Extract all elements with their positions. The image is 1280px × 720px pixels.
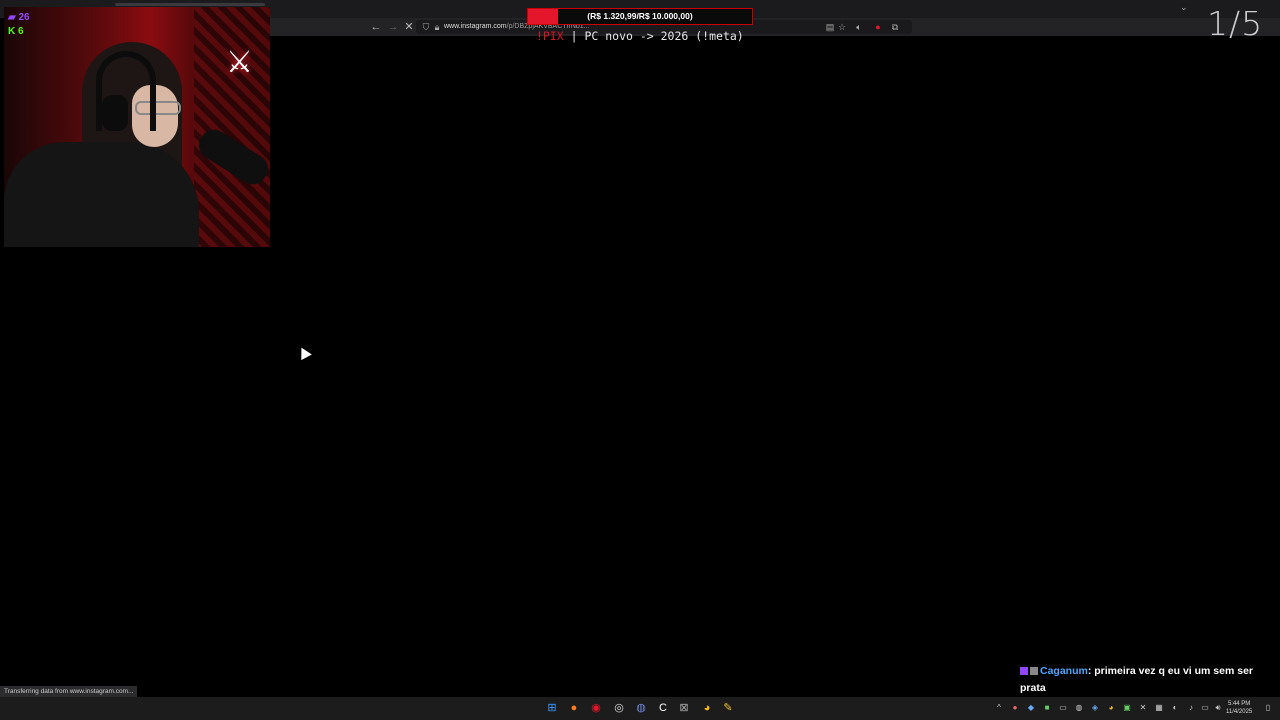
- mute-tab-icon[interactable]: 🔈︎: [853, 20, 865, 34]
- discord-icon[interactable]: ◍: [634, 701, 648, 715]
- badge-icon: [1030, 667, 1038, 676]
- app-icon[interactable]: ◉: [589, 701, 603, 715]
- twitch-icon: ▰: [8, 12, 16, 23]
- lock-icon[interactable]: 🔒︎: [432, 20, 442, 34]
- microphone-icon[interactable]: ♪: [1186, 703, 1196, 713]
- windows-start-icon[interactable]: ⊞: [545, 701, 559, 715]
- badge-icon: [1020, 667, 1028, 676]
- network-icon[interactable]: ▭: [1200, 703, 1210, 713]
- tray-app-icon[interactable]: ◐: [1170, 703, 1180, 713]
- pen-tool-icon[interactable]: ✎: [721, 701, 735, 715]
- back-button[interactable]: ←: [368, 18, 384, 36]
- stop-loading-button[interactable]: ✕: [401, 18, 417, 36]
- shield-icon[interactable]: ⛉: [421, 20, 431, 34]
- ticker-text: | PC novo -> 2026 (!meta): [563, 29, 744, 43]
- tray-app-icon[interactable]: ◆: [1026, 703, 1036, 713]
- kick-icon: K: [8, 26, 16, 37]
- taskbar-clock[interactable]: 5:44 PM 11/4/2025: [1226, 700, 1252, 716]
- extensions-puzzle-icon[interactable]: ⧉: [889, 20, 901, 34]
- neon-logo-icon: ⚔: [226, 46, 253, 79]
- donation-goal-bar: (R$ 1.320,99/R$ 10.000,00): [527, 8, 753, 25]
- kick-viewer-count: 6: [18, 26, 24, 37]
- mouse-cursor-icon: [296, 344, 312, 361]
- tray-app-icon[interactable]: ▦: [1154, 703, 1164, 713]
- tray-discord-icon[interactable]: ◍: [1074, 703, 1084, 713]
- forward-button[interactable]: →: [385, 18, 401, 36]
- reader-view-icon[interactable]: ▤: [824, 20, 836, 34]
- tray-steam-icon[interactable]: ◈: [1090, 703, 1100, 713]
- bookmark-star-icon[interactable]: ☆: [836, 20, 848, 34]
- status-bar: Transferring data from www.instagram.com…: [0, 686, 138, 697]
- extension-icon[interactable]: ●: [872, 20, 884, 34]
- tray-app-icon[interactable]: ✕: [1138, 703, 1148, 713]
- chrome-icon[interactable]: ◕: [700, 701, 714, 715]
- browser-tab[interactable]: [115, 3, 265, 6]
- tray-overflow-icon[interactable]: ^: [994, 703, 1004, 713]
- volume-icon[interactable]: 🔊︎: [1213, 703, 1223, 713]
- xbox-icon[interactable]: ⊠: [677, 701, 691, 715]
- stream-ticker: !PIX | PC novo -> 2026 (!meta): [536, 29, 744, 43]
- viewer-stats: ▰ 26 K 6: [8, 11, 30, 39]
- chat-message: Caganum: primeira vez q eu vi um sem ser…: [1020, 665, 1254, 694]
- chat-username: Caganum: [1040, 665, 1088, 677]
- clock-date: 11/4/2025: [1226, 709, 1253, 715]
- notification-icon[interactable]: ▯: [1263, 703, 1273, 713]
- stream-counter: 1/5: [1207, 4, 1264, 43]
- goal-text: (R$ 1.320,99/R$ 10.000,00): [587, 11, 693, 21]
- tab-list-icon[interactable]: ⌄: [1180, 2, 1188, 13]
- tray-app-icon[interactable]: ■: [1042, 703, 1052, 713]
- obs-icon[interactable]: ◎: [612, 701, 626, 715]
- tray-app-icon[interactable]: ●: [1010, 703, 1020, 713]
- clock-time: 5:44 PM: [1227, 701, 1251, 707]
- twitch-viewer-count: 26: [18, 12, 30, 23]
- firefox-icon[interactable]: ●: [567, 701, 581, 715]
- webcam-feed: ⚔: [4, 7, 270, 247]
- ccleaner-icon[interactable]: C: [656, 701, 670, 715]
- tray-app-icon[interactable]: ▭: [1058, 703, 1068, 713]
- tray-chrome-icon[interactable]: ◕: [1106, 703, 1116, 713]
- ticker-pix: !PIX: [536, 29, 564, 43]
- tray-nvidia-icon[interactable]: ▣: [1122, 703, 1132, 713]
